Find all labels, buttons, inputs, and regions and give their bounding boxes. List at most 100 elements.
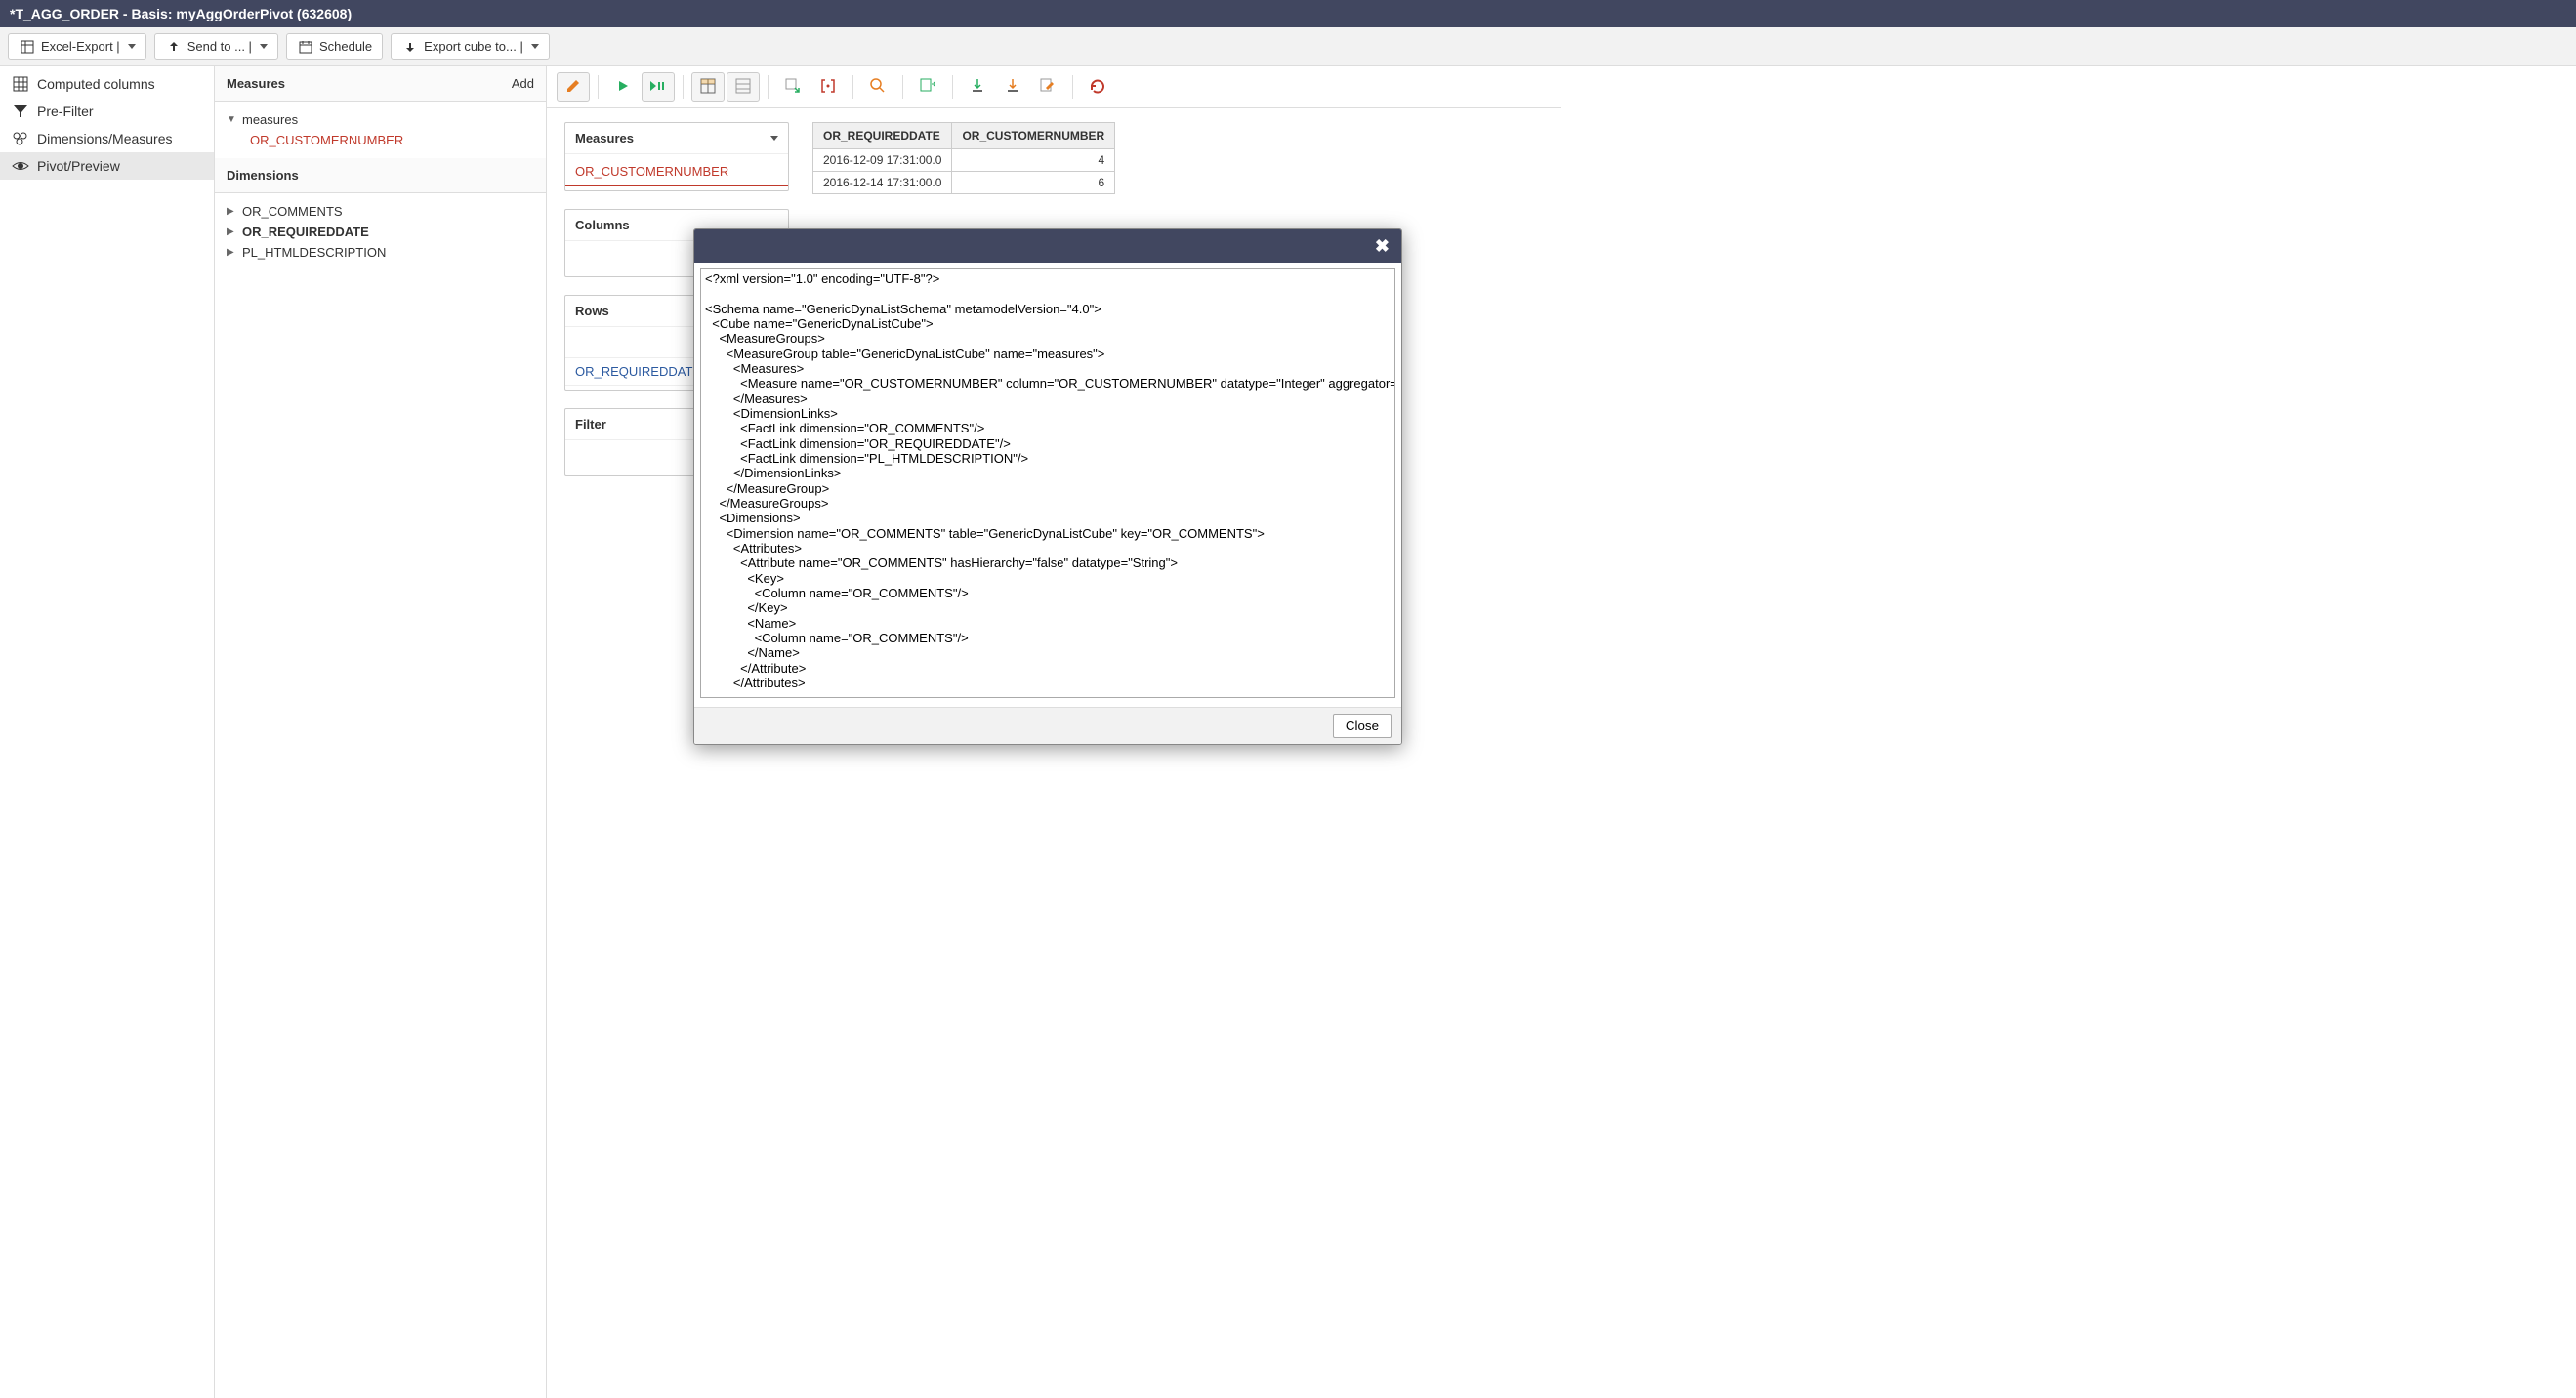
dimension-requireddate-row[interactable]: ▶ OR_REQUIREDDATE (227, 222, 534, 242)
download-icon (971, 78, 984, 97)
sidebar-item-pivot-preview[interactable]: Pivot/Preview (0, 152, 214, 180)
sidebar-item-dimensions[interactable]: Dimensions/Measures (0, 125, 214, 152)
separator (952, 75, 953, 99)
sidebar-item-computed-columns[interactable]: Computed columns (0, 70, 214, 98)
play-bars-icon (649, 79, 667, 96)
dropzone-title: Columns (575, 218, 630, 232)
left-sidebar: Computed columns Pre-Filter Dimensions/M… (0, 66, 215, 1398)
caret-right-icon: ▶ (227, 226, 236, 237)
sidebar-item-label: Computed columns (37, 76, 155, 92)
table-green-button[interactable] (776, 72, 810, 102)
dialog-body (694, 263, 1401, 707)
cell-value: 6 (952, 172, 1115, 194)
measure-item-row[interactable]: OR_CUSTOMERNUMBER (227, 130, 534, 150)
refresh-button[interactable] (1081, 72, 1114, 102)
xml-textarea[interactable] (700, 268, 1395, 698)
search-button[interactable] (861, 72, 894, 102)
sidebar-item-prefilter[interactable]: Pre-Filter (0, 98, 214, 125)
excel-export-label: Excel-Export | (41, 39, 120, 54)
dimension-label: OR_REQUIREDDATE (242, 225, 369, 239)
measures-tree: ▼ measures OR_CUSTOMERNUMBER (215, 102, 546, 158)
download-button[interactable] (961, 72, 994, 102)
caret-down-icon: ▼ (227, 114, 236, 125)
separator (598, 75, 599, 99)
table-icon (700, 78, 716, 97)
edit-button[interactable] (557, 72, 590, 102)
send-to-button[interactable]: Send to ... | (154, 33, 278, 60)
preview-col-header-date[interactable]: OR_REQUIREDDATE (813, 123, 952, 149)
dialog-footer: Close (694, 707, 1401, 744)
preview-table: OR_REQUIREDDATE OR_CUSTOMERNUMBER 2016-1… (812, 122, 1115, 194)
export-cube-button[interactable]: Export cube to... | (391, 33, 550, 60)
search-icon (870, 78, 886, 97)
run-button[interactable] (606, 72, 640, 102)
chevron-down-icon (531, 44, 539, 49)
measures-dropzone[interactable]: Measures OR_CUSTOMERNUMBER (564, 122, 789, 191)
table-row: 2016-12-14 17:31:00.06 (813, 172, 1115, 194)
dimension-label: PL_HTMLDESCRIPTION (242, 245, 386, 260)
note-pencil-icon (1040, 78, 1056, 97)
cell-date: 2016-12-14 17:31:00.0 (813, 172, 952, 194)
table-arrow-icon (785, 78, 801, 97)
toolbar-main: Excel-Export | Send to ... | Schedule Ex… (0, 27, 2576, 66)
measures-section-header: Measures Add (215, 66, 546, 102)
dimension-comments-row[interactable]: ▶ OR_COMMENTS (227, 201, 534, 222)
excel-export-button[interactable]: Excel-Export | (8, 33, 146, 60)
chevron-down-icon[interactable] (770, 136, 778, 141)
download-icon (401, 40, 419, 54)
separator (683, 75, 684, 99)
window-titlebar: *T_AGG_ORDER - Basis: myAggOrderPivot (6… (0, 0, 2576, 27)
dropzone-measure-item[interactable]: OR_CUSTOMERNUMBER (565, 158, 788, 186)
preview-col-header-value[interactable]: OR_CUSTOMERNUMBER (952, 123, 1115, 149)
dimensions-section-header: Dimensions (215, 158, 546, 193)
pencil-icon (565, 78, 581, 97)
send-to-label: Send to ... | (187, 39, 252, 54)
blank-area (1561, 66, 2576, 1398)
refresh-icon (1089, 77, 1106, 98)
dimensions-tree: ▶ OR_COMMENTS ▶ OR_REQUIREDDATE ▶ PL_HTM… (215, 193, 546, 270)
measure-item-label: OR_CUSTOMERNUMBER (227, 133, 403, 147)
icon-toolbar (547, 66, 1561, 108)
filter-icon (12, 103, 29, 119)
brackets-icon (820, 78, 836, 97)
calendar-icon (297, 40, 314, 54)
close-icon[interactable]: ✖ (1375, 236, 1390, 257)
export-cube-label: Export cube to... | (424, 39, 523, 54)
cubes-icon (12, 131, 29, 146)
table-red-button[interactable] (811, 72, 845, 102)
xml-source-dialog: ✖ Close (693, 228, 1402, 745)
sidebar-item-label: Pre-Filter (37, 103, 94, 119)
separator (768, 75, 769, 99)
caret-right-icon: ▶ (227, 206, 236, 217)
measures-group-label: measures (242, 112, 298, 127)
download-alt-button[interactable] (996, 72, 1029, 102)
dropzone-header: Measures (565, 123, 788, 154)
table-row: 2016-12-09 17:31:00.04 (813, 149, 1115, 172)
dimension-htmldesc-row[interactable]: ▶ PL_HTMLDESCRIPTION (227, 242, 534, 263)
table-alt-icon (735, 78, 751, 97)
dimension-label: OR_COMMENTS (242, 204, 343, 219)
edit-note-button[interactable] (1031, 72, 1064, 102)
sheet-arrow-icon (920, 78, 935, 97)
dropzone-title: Measures (575, 131, 634, 145)
chevron-down-icon (260, 44, 268, 49)
schedule-label: Schedule (319, 39, 372, 54)
schedule-button[interactable]: Schedule (286, 33, 383, 60)
close-button[interactable]: Close (1333, 714, 1392, 738)
add-measure-link[interactable]: Add (512, 76, 534, 91)
preview-chart-button[interactable] (727, 72, 760, 102)
run-data-button[interactable] (642, 72, 675, 102)
dropzone-items: OR_CUSTOMERNUMBER (565, 154, 788, 190)
config-column: Measures Add ▼ measures OR_CUSTOMERNUMBE… (215, 66, 547, 1398)
sidebar-item-label: Dimensions/Measures (37, 131, 173, 146)
dialog-titlebar[interactable]: ✖ (694, 229, 1401, 263)
cell-value: 4 (952, 149, 1115, 172)
excel-icon (19, 40, 36, 54)
grid-icon (12, 76, 29, 92)
download-icon (1006, 78, 1019, 97)
preview-table-button[interactable] (691, 72, 725, 102)
measures-group-row[interactable]: ▼ measures (227, 109, 534, 130)
caret-right-icon: ▶ (227, 247, 236, 258)
export-table-button[interactable] (911, 72, 944, 102)
measures-title: Measures (227, 76, 285, 91)
